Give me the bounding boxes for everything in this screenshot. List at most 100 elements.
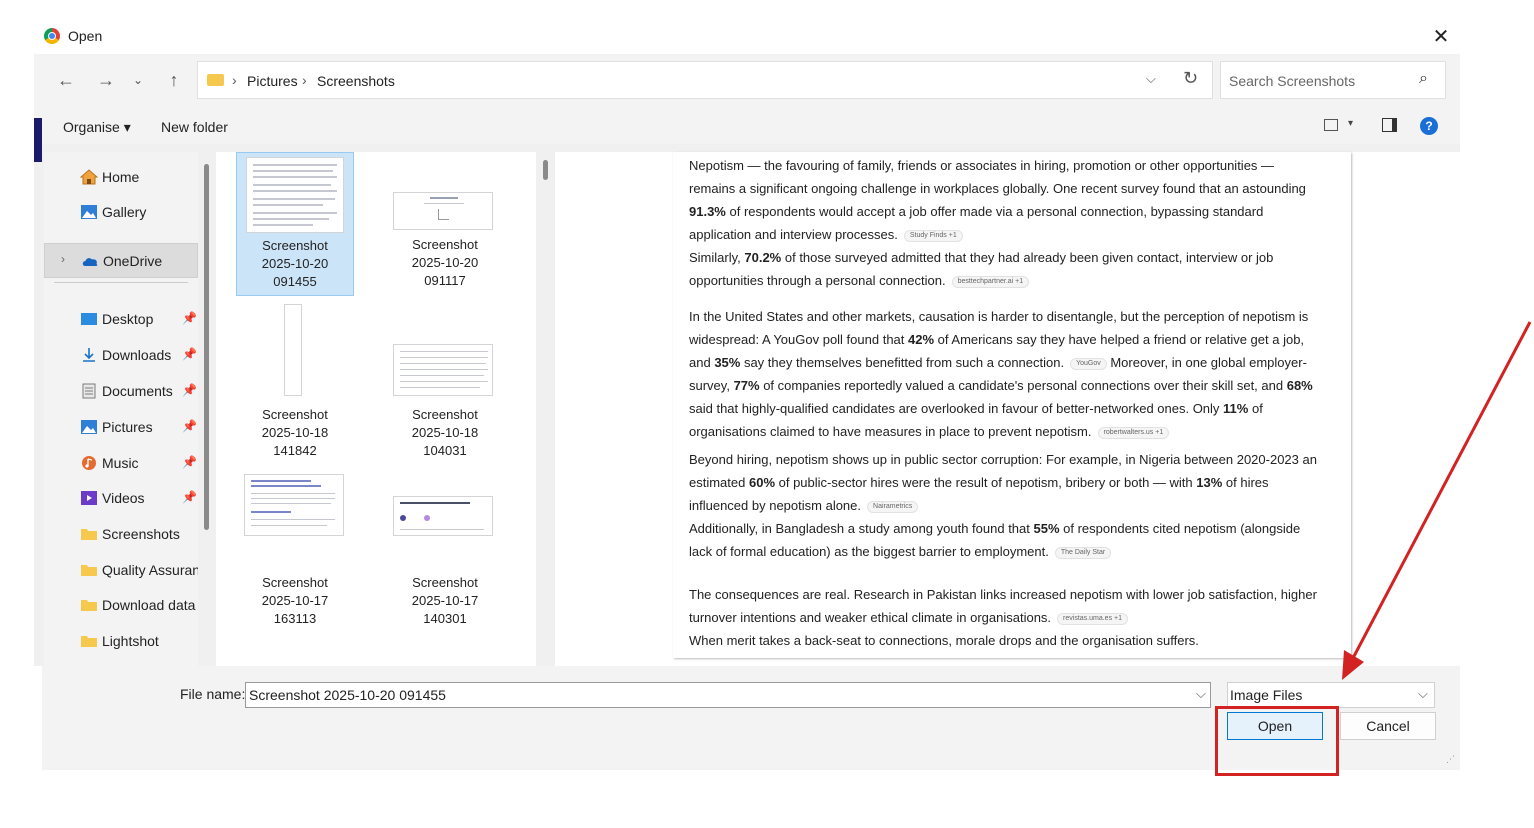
music-icon bbox=[80, 455, 98, 471]
sidebar-item-home[interactable]: Home bbox=[44, 160, 198, 194]
source-chip[interactable]: Nairametrics bbox=[867, 500, 919, 513]
breadcrumb-separator-icon: › bbox=[232, 72, 237, 88]
sidebar-item-label: Download data bbox=[102, 597, 196, 613]
forward-arrow-icon[interactable]: → bbox=[94, 68, 118, 92]
preview-paragraph: Nepotism — the favouring of family, frie… bbox=[689, 158, 1306, 288]
up-arrow-icon[interactable]: ↑ bbox=[162, 68, 186, 92]
navigation-pane: Home Gallery › OneDrive Desktop 📌 Downlo… bbox=[44, 152, 198, 666]
file-thumbnail bbox=[393, 496, 493, 536]
pin-icon[interactable]: 📌 bbox=[182, 419, 197, 433]
download-icon bbox=[80, 347, 98, 363]
file-name: Screenshot 2025-10-18 141842 bbox=[261, 407, 329, 458]
view-options-icon[interactable] bbox=[1324, 119, 1338, 131]
file-item[interactable]: Screenshot 2025-10-20 091117 bbox=[386, 152, 504, 296]
source-chip[interactable]: besttechpartner.ai +1 bbox=[951, 275, 1030, 288]
file-name-label: File name: bbox=[180, 686, 246, 702]
sidebar-item-download-data[interactable]: Download data bbox=[44, 588, 198, 622]
sidebar-item-label: Desktop bbox=[102, 311, 154, 327]
preview-paragraph: Beyond hiring, nepotism shows up in publ… bbox=[689, 452, 1317, 559]
file-item[interactable]: Screenshot 2025-10-18 141842 bbox=[236, 304, 354, 458]
file-name-value[interactable]: Screenshot 2025-10-20 091455 bbox=[249, 687, 446, 703]
annotation-highlight-box bbox=[1215, 706, 1339, 776]
help-icon[interactable]: ? bbox=[1420, 117, 1438, 135]
title-bar: Open ✕ bbox=[34, 20, 1460, 54]
sidebar-item-onedrive[interactable]: › OneDrive bbox=[44, 243, 198, 278]
sidebar-item-desktop[interactable]: Desktop 📌 bbox=[44, 302, 198, 336]
source-chip[interactable]: robertwalters.us +1 bbox=[1097, 426, 1170, 439]
gallery-icon bbox=[80, 204, 98, 220]
desktop-icon bbox=[80, 311, 98, 327]
pin-icon[interactable]: 📌 bbox=[182, 383, 197, 397]
refresh-icon[interactable]: ↻ bbox=[1183, 68, 1198, 89]
sidebar-item-label: Videos bbox=[102, 490, 145, 506]
back-arrow-icon[interactable]: ← bbox=[54, 68, 78, 92]
preview-paragraph: The consequences are real. Research in P… bbox=[689, 587, 1317, 648]
file-thumbnail bbox=[246, 157, 344, 233]
folder-icon bbox=[80, 562, 98, 578]
source-chip[interactable]: Study Finds +1 bbox=[903, 229, 963, 242]
preview-pane: Nepotism — the favouring of family, frie… bbox=[555, 152, 1460, 666]
new-folder-button[interactable]: New folder bbox=[161, 119, 228, 135]
file-name: Screenshot 2025-10-18 104031 bbox=[411, 407, 479, 458]
chevron-right-icon[interactable]: › bbox=[61, 252, 65, 266]
resize-grip-icon[interactable]: ⋰ bbox=[1446, 754, 1455, 765]
file-item[interactable]: Screenshot 2025-10-17 140301 bbox=[386, 474, 504, 626]
source-chip[interactable]: The Daily Star bbox=[1054, 546, 1112, 559]
document-icon bbox=[80, 383, 98, 399]
sidebar-item-label: Gallery bbox=[102, 204, 147, 220]
cancel-button[interactable]: Cancel bbox=[1340, 712, 1436, 740]
preview-pane-icon[interactable] bbox=[1382, 118, 1397, 132]
breadcrumb-screenshots[interactable]: Screenshots bbox=[317, 73, 395, 89]
file-item[interactable]: Screenshot 2025-10-17 163113 bbox=[236, 474, 354, 626]
sidebar-item-lightshot[interactable]: Lightshot bbox=[44, 624, 198, 658]
sidebar-item-gallery[interactable]: Gallery bbox=[44, 195, 198, 229]
file-list-scrollbar[interactable] bbox=[543, 160, 548, 180]
source-chip[interactable]: YouGov bbox=[1070, 357, 1107, 370]
file-thumbnail bbox=[284, 304, 302, 396]
file-name: Screenshot 2025-10-20 091117 bbox=[411, 237, 479, 288]
view-dropdown-chevron-icon[interactable]: ▾ bbox=[1348, 118, 1353, 129]
preview-paragraph: In the United States and other markets, … bbox=[689, 309, 1313, 439]
search-icon[interactable]: ⌕ bbox=[1419, 70, 1428, 88]
sidebar-item-label: Lightshot bbox=[102, 633, 159, 649]
file-name-dropdown-chevron-icon[interactable]: ⌵ bbox=[1196, 686, 1206, 702]
breadcrumb-pictures[interactable]: Pictures bbox=[247, 73, 298, 89]
sidebar-item-videos[interactable]: Videos 📌 bbox=[44, 481, 198, 515]
recent-locations-chevron-icon[interactable]: ⌄ bbox=[126, 68, 150, 92]
cloud-icon bbox=[81, 253, 99, 269]
pin-icon[interactable]: 📌 bbox=[182, 311, 197, 325]
sidebar-item-label: Home bbox=[102, 169, 140, 185]
sidebar-item-label: OneDrive bbox=[103, 253, 163, 269]
sidebar-item-quality-assurance[interactable]: Quality Assuranc bbox=[44, 553, 198, 587]
preview-document: Nepotism — the favouring of family, frie… bbox=[673, 152, 1351, 658]
organise-button[interactable]: Organise ▾ bbox=[63, 119, 131, 136]
address-dropdown-chevron-icon[interactable]: ⌵ bbox=[1146, 71, 1156, 87]
chrome-logo-icon bbox=[44, 28, 60, 44]
sidebar-item-documents[interactable]: Documents 📌 bbox=[44, 374, 198, 408]
file-type-value: Image Files bbox=[1230, 687, 1303, 703]
pin-icon[interactable]: 📌 bbox=[182, 347, 197, 361]
source-chip[interactable]: revistas.uma.es +1 bbox=[1057, 612, 1128, 625]
file-name: Screenshot 2025-10-20 091455 bbox=[261, 238, 329, 289]
pictures-icon bbox=[80, 419, 98, 435]
sidebar-scrollbar[interactable] bbox=[204, 164, 209, 530]
address-bar[interactable]: › Pictures › Screenshots ⌵ ↻ bbox=[197, 61, 1213, 99]
sidebar-item-music[interactable]: Music 📌 bbox=[44, 446, 198, 480]
file-name: Screenshot 2025-10-17 163113 bbox=[261, 575, 329, 626]
search-box[interactable]: Search Screenshots ⌕ bbox=[1220, 61, 1446, 99]
pin-icon[interactable]: 📌 bbox=[182, 490, 197, 504]
home-icon bbox=[79, 169, 99, 185]
sidebar-item-downloads[interactable]: Downloads 📌 bbox=[44, 338, 198, 372]
file-item[interactable]: Screenshot 2025-10-18 104031 bbox=[386, 304, 504, 458]
file-name-input[interactable]: Screenshot 2025-10-20 091455 ⌵ bbox=[245, 682, 1211, 708]
sidebar-item-screenshots[interactable]: Screenshots bbox=[44, 517, 198, 551]
sidebar-item-pictures[interactable]: Pictures 📌 bbox=[44, 410, 198, 444]
folder-icon bbox=[207, 74, 224, 86]
pin-icon[interactable]: 📌 bbox=[182, 455, 197, 469]
close-icon[interactable]: ✕ bbox=[1428, 24, 1454, 50]
file-list: Screenshot 2025-10-20 091455 Screenshot 202… bbox=[216, 152, 536, 666]
search-input[interactable]: Search Screenshots bbox=[1229, 73, 1355, 89]
command-toolbar: Organise ▾ New folder ▾ ? bbox=[34, 110, 1460, 144]
file-item[interactable]: Screenshot 2025-10-20 091455 bbox=[236, 152, 354, 296]
sidebar-item-label: Pictures bbox=[102, 419, 153, 435]
